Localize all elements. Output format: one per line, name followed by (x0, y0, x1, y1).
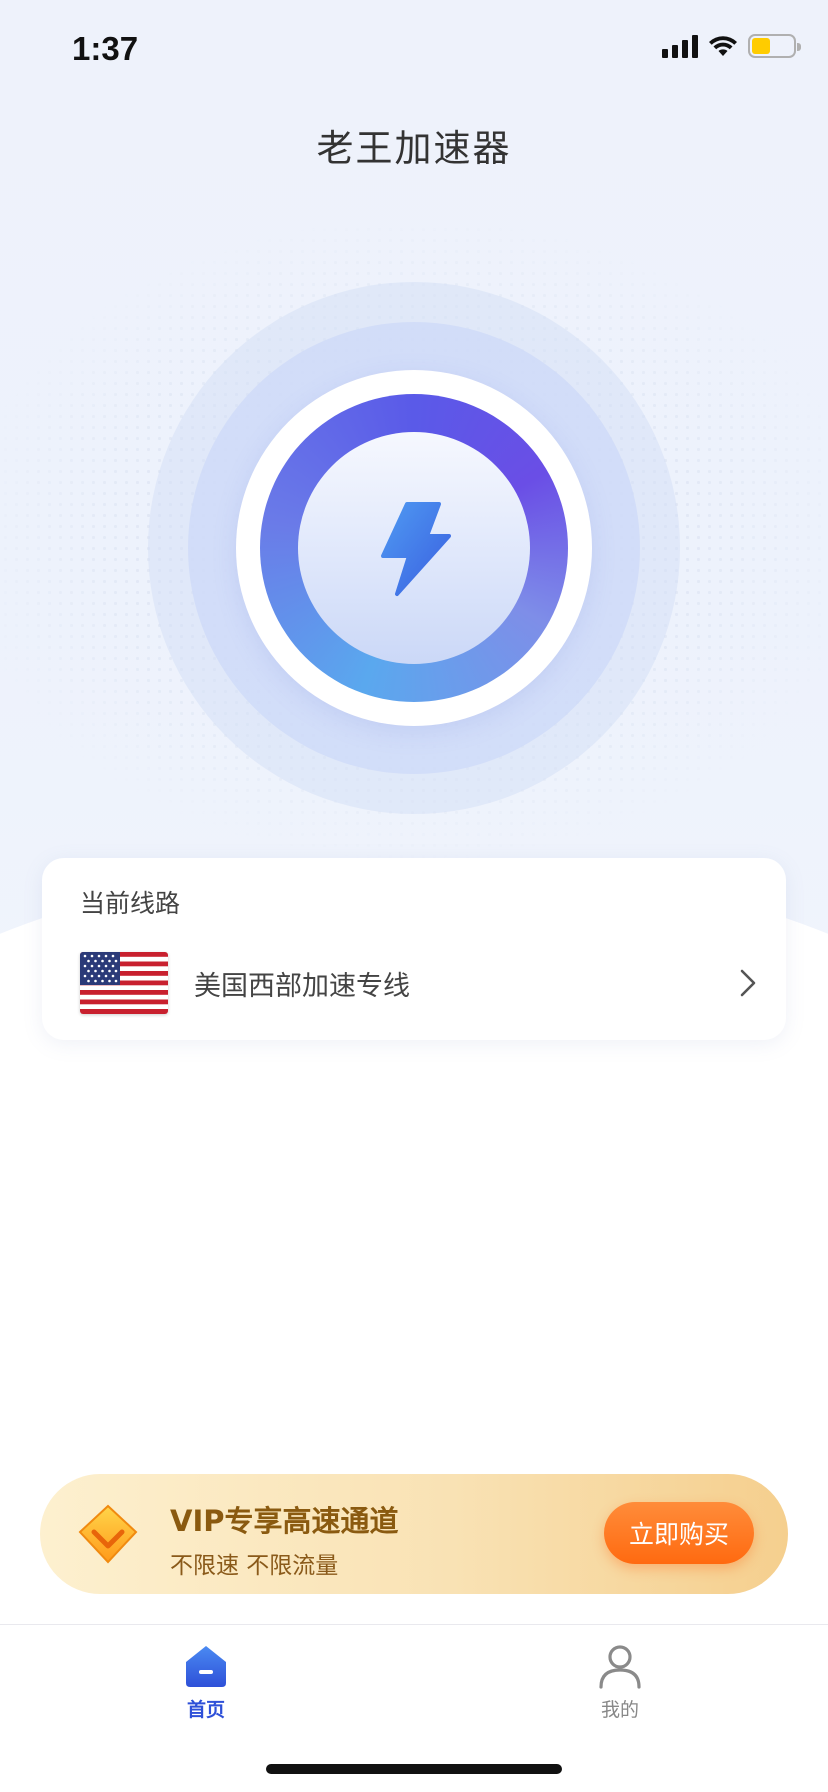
tab-home-label: 首页 (186, 1699, 225, 1721)
user-icon (599, 1645, 641, 1689)
tab-mine[interactable]: 我的 (540, 1643, 700, 1743)
vip-banner[interactable]: VIP专享高速通道 不限速 不限流量 立即购买 (40, 1474, 788, 1594)
app-title: 老王加速器 (316, 127, 512, 170)
status-icons (662, 34, 801, 58)
current-route-row[interactable]: 美国西部加速专线 (80, 948, 760, 1018)
status-bar: 1:37 (0, 0, 828, 100)
chevron-right-icon (740, 969, 756, 997)
tab-mine-label: 我的 (600, 1699, 639, 1721)
home-indicator (266, 1764, 562, 1774)
accelerator-core[interactable] (298, 432, 530, 664)
diamond-icon (78, 1504, 138, 1564)
buy-now-button[interactable]: 立即购买 (604, 1502, 754, 1564)
lightning-bolt-icon (381, 502, 451, 596)
status-time: 1:37 (72, 30, 139, 67)
app-screen: 1:37 老王加速器 当前线路 美国西部加速专线 VIP专享高速通道 不限速 不… (0, 0, 828, 1792)
tab-home[interactable]: 首页 (126, 1643, 286, 1743)
route-card-label: 当前线路 (80, 889, 181, 918)
signal-icon (662, 34, 698, 58)
vip-title: VIP专享高速通道 (170, 1504, 399, 1538)
wifi-icon (709, 36, 737, 56)
vip-subtitle: 不限速 不限流量 (170, 1553, 339, 1579)
battery-icon (748, 34, 801, 58)
route-name: 美国西部加速专线 (194, 970, 410, 1002)
home-icon (186, 1646, 226, 1687)
us-flag-icon (80, 952, 168, 1014)
current-route-card: 当前线路 美国西部加速专线 (42, 858, 786, 1040)
